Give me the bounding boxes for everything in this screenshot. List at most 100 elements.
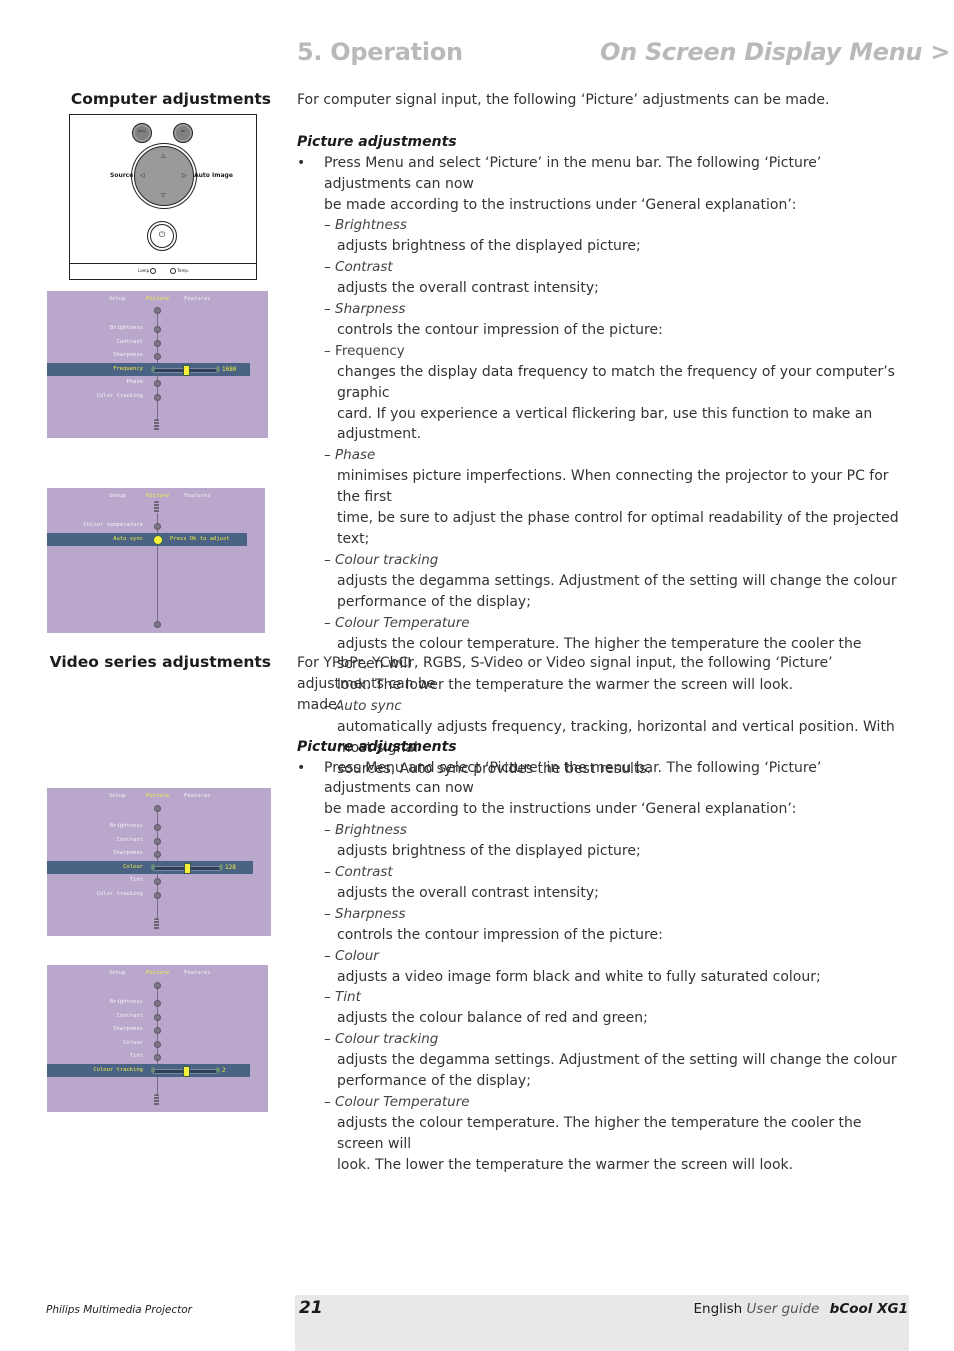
auto-image-label: Auto Image [194,172,233,179]
osd-tab-picture: Picture [146,793,170,799]
osd-item-dot-icon [154,523,161,530]
adjustment-description: performance of the display; [337,593,531,610]
osd-screen-auto-sync: Setup Picture Features Colour temperature Au… [47,488,265,633]
osd-slider-knob [182,364,190,376]
osd-tab-features: Features [184,493,211,499]
footer-guide: User guide [746,1301,820,1317]
osd-item-dot-icon [154,891,161,899]
arrow-up-icon: △ [161,152,166,159]
power-icon: ⏻ [158,230,166,239]
computer-subheading: Picture adjustments [297,133,457,150]
computer-intro: For computer signal input, the following… [297,92,830,108]
adjustment-term: – Tint [324,989,361,1006]
osd-item-dot-icon [154,380,161,387]
page-number: 21 [299,1298,323,1318]
osd-tab-features: Features [184,970,211,976]
adjustment-term: – Sharpness [324,301,406,318]
computer-adjustments-heading: Computer adjustments [70,90,271,108]
osd-bottom-dot-icon [154,621,161,628]
osd-slider-value: 2 [222,1066,226,1074]
osd-slider-knob [184,862,191,874]
adjustment-description: adjusts the degamma settings. Adjustment… [337,572,897,589]
osd-item-dot-icon [154,851,161,858]
osd-top-dot-icon [154,805,161,812]
osd-selected-row: Colour 128 [47,860,253,874]
osd-menu-item: Color tracking [96,392,143,399]
video-bullet: • Press Menu and select ‘Picture’ in the… [297,758,912,821]
osd-ok-icon [153,534,163,545]
osd-item-dot-icon [154,393,161,401]
adjustment-term: – Frequency [324,342,405,359]
osd-slider-value: 128 [225,863,236,871]
adjustment-term: – Brightness [324,822,407,839]
osd-screen-frequency: Setup Picture Features Brightness Contrast Sh… [47,291,268,438]
osd-selected-label: Colour [123,863,143,870]
lamp-led-icon [150,268,157,274]
adjustment-description: controls the contour impression of the p… [337,926,663,943]
osd-tab-setup: Setup [109,793,126,799]
power-button: ⏻ [147,221,177,251]
menu-button: Menu [132,123,152,143]
adjustment-description: adjusts the degamma settings. Adjustment… [337,1052,897,1069]
osd-tab-setup: Setup [109,296,126,302]
osd-item-dot-icon [154,1040,161,1048]
video-intro: made. [297,696,342,713]
osd-tab-picture: Picture [146,493,170,499]
osd-menu-item: Brightness [109,999,143,1005]
osd-item-dot-icon [154,326,161,333]
projector-control-panel: Menu OK △ ▽ ◁ ▷ Source Auto Image ⏻ Lamp… [69,114,257,280]
osd-menu-item: Brightness [109,325,143,331]
osd-tab-setup: Setup [109,493,126,499]
bullet-icon: • [297,154,306,171]
video-text: For YPbPr, YCbCr, RGBS, S-Video or Video… [297,653,912,1176]
osd-scroll-up-icon [154,501,159,513]
osd-selected-label: Auto sync [113,535,143,542]
osd-slider-max-icon [216,365,220,372]
osd-selected-label: Frequency [113,365,143,372]
osd-menu-item: Colour [123,1039,143,1046]
adjustment-description: changes the display data frequency to ma… [337,363,895,401]
osd-screen-colour-tracking: Setup Picture Features Brightness Contrast Sh… [47,965,268,1112]
lamp-indicator: Lamp [138,268,157,274]
adjustment-description: look. The lower the temperature the warm… [337,1156,794,1173]
osd-menu-item: Contrast [116,836,144,843]
osd-menu-item: Sharpness [113,352,143,358]
adjustment-description: adjusts the overall contrast intensity; [337,280,599,297]
footer-guide-info: English User guide bCool XG1 [693,1301,908,1317]
adjustment-description: adjusts the colour balance of red and gr… [337,1010,648,1027]
osd-scroll-down-icon [154,918,159,930]
adjustment-term: – Colour tracking [324,551,439,568]
osd-tab-features: Features [184,793,211,799]
osd-item-dot-icon [154,1000,161,1007]
osd-selected-row: Frequency 1680 [47,362,250,376]
osd-tab-setup: Setup [109,970,126,976]
osd-menu-item: Contrast [116,338,144,345]
direction-pad: △ ▽ ◁ ▷ [134,146,194,206]
bullet-icon: • [297,759,306,776]
bullet-text: Press Menu and select ‘Picture’ in the m… [324,154,822,192]
footer-language: English [693,1301,743,1317]
osd-tab-picture: Picture [146,296,170,302]
adjustment-term: – Contrast [324,864,393,881]
osd-item-dot-icon [154,837,161,845]
video-subheading: Picture adjustments [297,738,457,755]
osd-selected-row: Colour tracking 2 [47,1063,250,1077]
adjustment-description: time, be sure to adjust the phase contro… [337,510,899,548]
adjustment-description: adjusts brightness of the displayed pict… [337,843,641,860]
adjustment-term: – Colour [324,947,379,964]
adjustment-term: – Sharpness [324,905,406,922]
section-title: On Screen Display Menu > [600,38,951,66]
arrow-down-icon: ▽ [161,192,166,199]
osd-tab-features: Features [184,296,211,302]
adjustment-description: adjusts brightness of the displayed pict… [337,238,641,255]
temp-led-icon [170,268,176,274]
osd-item-dot-icon [154,1054,161,1061]
osd-menu-item: Brightness [109,823,143,829]
osd-slider-max-icon [216,1066,220,1073]
osd-menu-item: Sharpness [113,1026,143,1032]
osd-menu-item: Color tracking [96,890,143,897]
osd-scroll-down-icon [154,1094,159,1106]
osd-menu-item: Contrast [116,1012,144,1019]
adjustment-term: – Colour Temperature [324,614,470,631]
osd-menu-item: Tint [129,877,143,883]
